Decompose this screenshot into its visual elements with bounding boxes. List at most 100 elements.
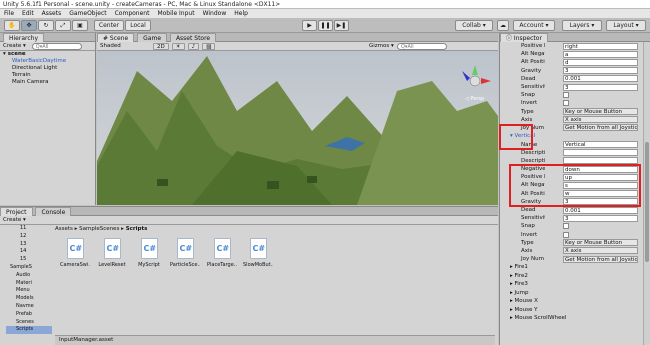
project-create-button[interactable]: Create ▾	[3, 216, 26, 225]
layout-button[interactable]: Layout ▾	[606, 20, 646, 31]
hierarchy-item-water[interactable]: WaterBasicDaytime	[0, 58, 95, 65]
inspector-row: Axis X axis	[500, 247, 650, 255]
script-file[interactable]: C# CameraSwi...	[60, 238, 90, 276]
pivot-center-button[interactable]: Center	[94, 20, 124, 31]
script-file[interactable]: C# LevelReset	[97, 238, 127, 276]
breadcrumb-scripts[interactable]: Scripts	[126, 226, 148, 232]
layers-button[interactable]: Layers ▾	[562, 20, 602, 31]
field-input[interactable]: Vertical	[563, 141, 638, 149]
menu-gameobject[interactable]: GameObject	[65, 9, 110, 18]
menu-file[interactable]: File	[0, 9, 18, 18]
tree-item-scripts[interactable]: Scripts	[6, 326, 52, 335]
field-input[interactable]: right	[563, 42, 638, 50]
move-tool-icon[interactable]: ✥	[21, 20, 37, 31]
play-icon[interactable]: ▶	[302, 20, 317, 31]
field-label: Alt Negative Bu	[521, 51, 545, 58]
pause-icon[interactable]: ❚❚	[318, 20, 333, 31]
step-icon[interactable]: ▶❚	[334, 20, 349, 31]
tree-item[interactable]: Menu	[6, 287, 52, 295]
menu-component[interactable]: Component	[111, 9, 154, 18]
field-input[interactable]: 3	[563, 214, 638, 222]
tab-console[interactable]: Console	[35, 207, 72, 216]
shading-mode-dropdown[interactable]: Shaded	[100, 42, 150, 51]
tree-item[interactable]: Scenes	[6, 319, 52, 327]
field-dropdown[interactable]: Key or Mouse Button	[563, 108, 638, 116]
hierarchy-create-button[interactable]: Create ▾	[3, 42, 26, 51]
axis-foldout[interactable]: ▸ Jump	[500, 289, 650, 298]
hand-tool-icon[interactable]: ✋	[4, 20, 20, 31]
tree-item[interactable]: 15	[6, 256, 52, 264]
field-dropdown[interactable]: Key or Mouse Button	[563, 239, 638, 247]
field-input[interactable]: 0.001	[563, 206, 638, 214]
menu-edit[interactable]: Edit	[18, 9, 38, 18]
breadcrumb-samplescenes[interactable]: SampleScenes	[79, 226, 119, 232]
axis-foldout[interactable]: ▸ Fire1	[500, 263, 650, 272]
field-input[interactable]: 3	[563, 83, 638, 91]
hierarchy-item-light[interactable]: Directional Light	[0, 65, 95, 72]
field-dropdown[interactable]: Get Motion from all Joysticks	[563, 124, 638, 132]
2d-toggle[interactable]: 2D	[153, 42, 169, 50]
script-file[interactable]: C# MyScript	[134, 238, 164, 276]
scrollbar-thumb[interactable]	[645, 142, 649, 262]
tree-item[interactable]: Materi	[6, 280, 52, 288]
field-label: Joy Num	[521, 256, 544, 263]
menu-mobile-input[interactable]: Mobile Input	[153, 9, 198, 18]
audio-toggle-icon[interactable]: ♪	[187, 42, 200, 50]
scene-gizmo-icon[interactable]	[457, 63, 493, 99]
account-button[interactable]: Account ▾	[513, 20, 555, 31]
axis-foldout[interactable]: ▸ Mouse ScrollWheel	[500, 314, 650, 323]
gizmos-dropdown[interactable]: Gizmos ▾	[369, 42, 394, 51]
axis-foldout[interactable]: ▸ Fire2	[500, 272, 650, 281]
axis-foldout[interactable]: ▸ Mouse Y	[500, 306, 650, 315]
cloud-icon[interactable]: ☁	[497, 20, 509, 31]
menu-window[interactable]: Window	[199, 9, 231, 18]
script-file[interactable]: C# PlaceTarge...	[207, 238, 237, 276]
scene-root[interactable]: ▾ scene	[0, 51, 95, 58]
field-input[interactable]: a	[563, 50, 638, 58]
field-input[interactable]: d	[563, 58, 638, 66]
axis-foldout[interactable]: ▸ Fire3	[500, 280, 650, 289]
tree-item[interactable]: 11	[6, 225, 52, 233]
field-input[interactable]: 0.001	[563, 75, 638, 83]
tree-item[interactable]: Audio	[6, 272, 52, 280]
field-checkbox[interactable]	[563, 92, 569, 99]
tree-item[interactable]: 12	[6, 233, 52, 241]
collab-button[interactable]: Collab ▾	[455, 20, 493, 31]
script-file[interactable]: C# SlowMoBut...	[243, 238, 273, 276]
field-input[interactable]	[563, 149, 638, 157]
hierarchy-item-terrain[interactable]: Terrain	[0, 72, 95, 79]
scale-tool-icon[interactable]: ⤢	[55, 20, 71, 31]
scene-viewport[interactable]	[97, 51, 498, 205]
field-dropdown[interactable]: Get Motion from all Joysticks	[563, 255, 638, 263]
rotate-tool-icon[interactable]: ↻	[38, 20, 54, 31]
field-checkbox[interactable]	[563, 100, 569, 107]
rect-tool-icon[interactable]: ▣	[72, 20, 88, 31]
hierarchy-item-camera[interactable]: Main Camera	[0, 79, 95, 86]
axis-foldout[interactable]: ▸ Mouse X	[500, 297, 650, 306]
tab-inspector[interactable]: ⓘ Inspector	[500, 33, 548, 42]
tree-item[interactable]: 13	[6, 241, 52, 249]
inspector-scrollbar[interactable]	[643, 42, 650, 345]
field-input[interactable]: 3	[563, 67, 638, 75]
breadcrumb-assets[interactable]: Assets	[55, 226, 73, 232]
field-dropdown[interactable]: X axis	[563, 247, 638, 255]
tree-item[interactable]: Models	[6, 295, 52, 303]
tree-item[interactable]: Prefab	[6, 311, 52, 319]
menu-assets[interactable]: Assets	[38, 9, 66, 18]
field-label: Dead	[521, 207, 536, 214]
field-dropdown[interactable]: X axis	[563, 116, 638, 124]
script-file[interactable]: C# ParticleSce...	[170, 238, 200, 276]
tab-asset-store[interactable]: Asset Store	[169, 33, 217, 42]
tree-item[interactable]: Navme	[6, 303, 52, 311]
tree-item[interactable]: 14	[6, 248, 52, 256]
scene-search-input[interactable]: Q▾All	[397, 43, 447, 50]
effects-toggle-icon[interactable]: ▨	[202, 42, 216, 50]
pivot-local-button[interactable]: Local	[125, 20, 151, 31]
field-checkbox[interactable]	[563, 231, 569, 238]
hierarchy-search-input[interactable]: Q▾All	[31, 42, 82, 50]
menu-help[interactable]: Help	[230, 9, 252, 18]
lighting-toggle-icon[interactable]: ☀	[171, 42, 185, 50]
inspector-row: Positive Button right	[500, 42, 650, 50]
field-checkbox[interactable]	[563, 223, 569, 230]
tree-item-samplescenes[interactable]: SampleS	[6, 264, 52, 272]
